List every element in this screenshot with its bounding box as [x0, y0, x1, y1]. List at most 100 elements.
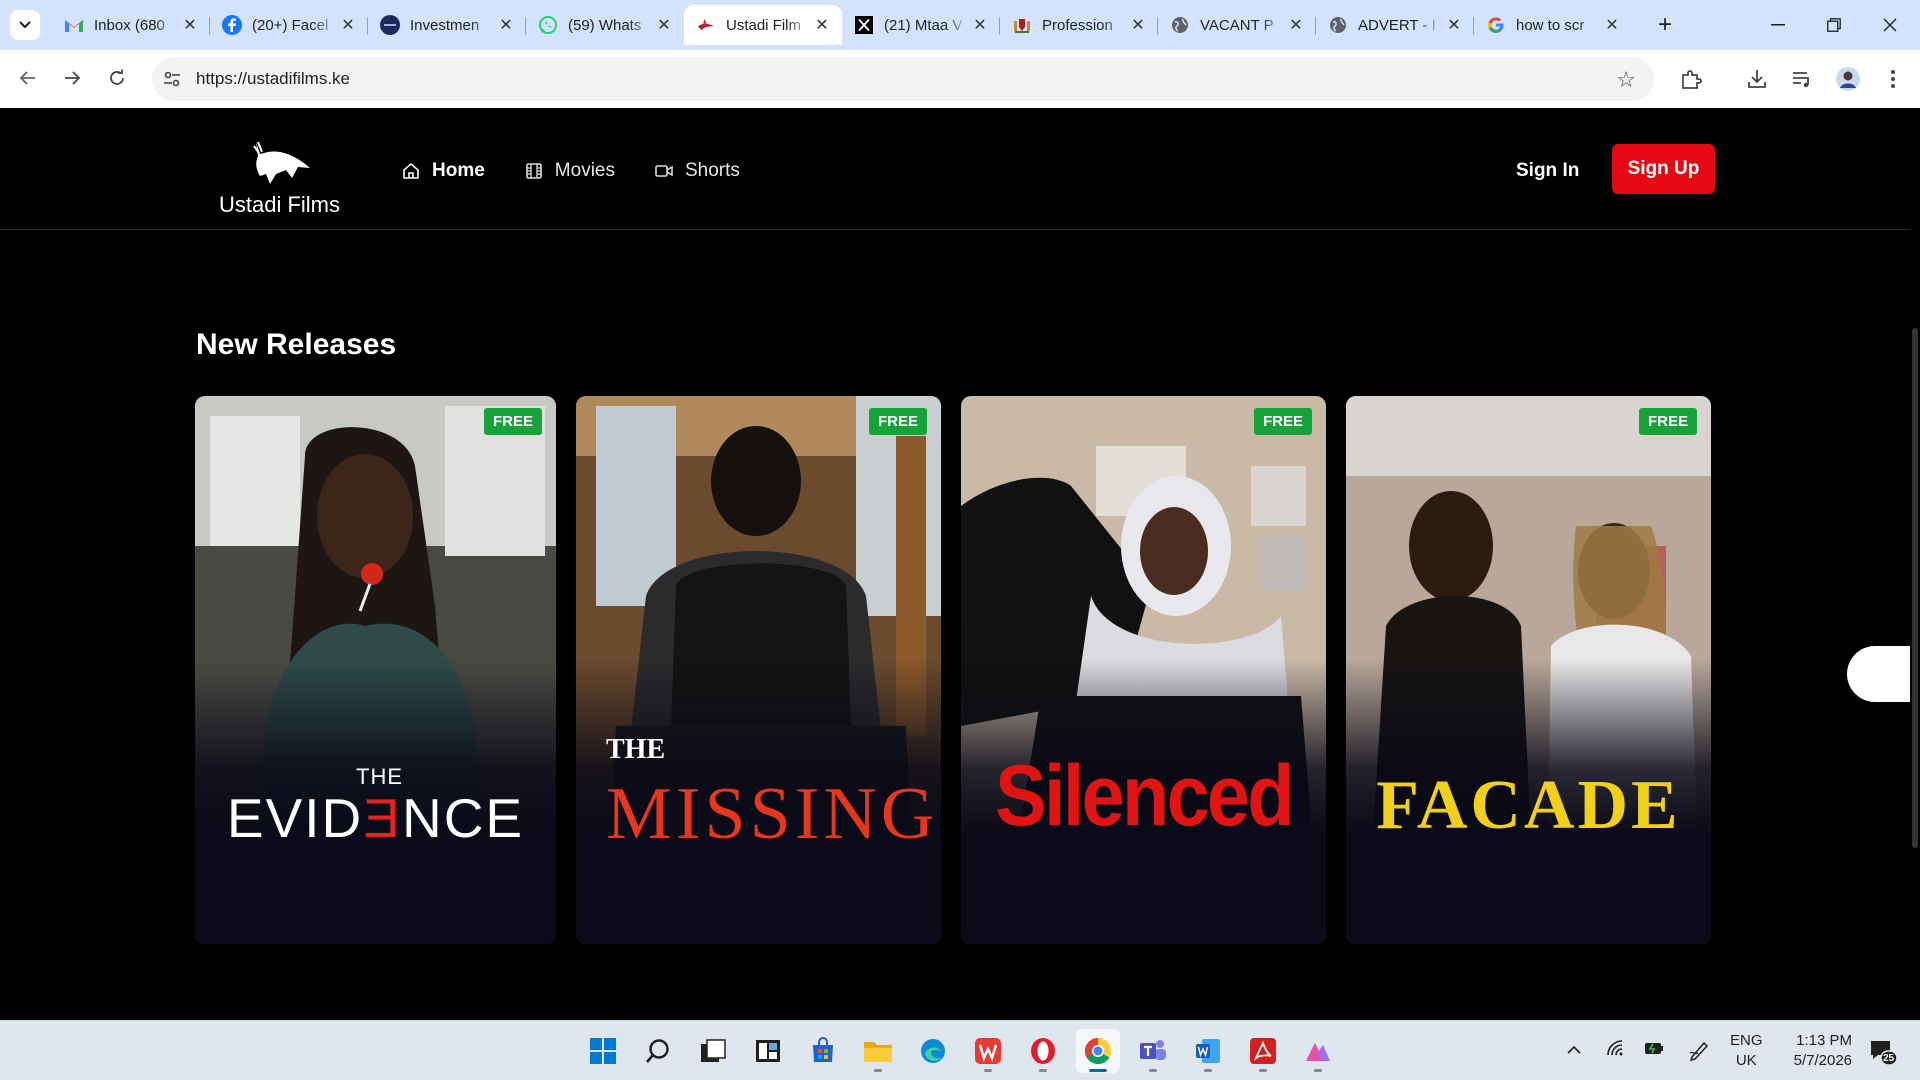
tab-title: (20+) Facel — [252, 16, 329, 34]
tab-advert[interactable]: ADVERT - I ✕ — [1315, 5, 1474, 45]
close-icon[interactable]: ✕ — [180, 15, 200, 35]
globe-icon — [1170, 15, 1190, 35]
close-icon[interactable]: ✕ — [654, 15, 674, 35]
poster-gradient — [576, 396, 941, 944]
sign-up-button[interactable]: Sign Up — [1612, 144, 1715, 194]
opera-browser[interactable] — [1021, 1029, 1065, 1073]
pen-menu[interactable] — [1688, 1039, 1710, 1066]
edge-browser[interactable] — [911, 1029, 955, 1073]
poster-gradient — [961, 396, 1326, 944]
close-icon[interactable]: ✕ — [1128, 15, 1148, 35]
tab-vacant[interactable]: VACANT P ✕ — [1157, 5, 1316, 45]
system-clock[interactable]: 1:13 PM 5/7/2026 — [1780, 1031, 1852, 1071]
close-icon[interactable]: ✕ — [338, 15, 358, 35]
scrollbar-thumb[interactable] — [1912, 328, 1918, 848]
close-icon[interactable]: ✕ — [1444, 15, 1464, 35]
restore-button[interactable] — [1806, 0, 1862, 50]
site-settings-icon[interactable] — [162, 69, 182, 89]
ustadi-logo[interactable]: Ustadi Films — [218, 132, 340, 217]
playlist-icon — [1793, 72, 1809, 88]
back-button[interactable] — [12, 62, 44, 94]
widgets[interactable] — [746, 1029, 790, 1073]
notification-center[interactable]: 25 — [1868, 1037, 1898, 1067]
movie-card-facade[interactable]: FREE FACADE — [1346, 396, 1711, 944]
tab-facebook[interactable]: (20+) Facel ✕ — [209, 5, 368, 45]
tab-gmail[interactable]: Inbox (680 ✕ — [52, 5, 210, 45]
movie-card-missing[interactable]: FREE THE MISSING — [576, 396, 941, 944]
extensions-button[interactable] — [1676, 64, 1706, 94]
microsoft-store[interactable] — [801, 1029, 845, 1073]
browser-toolbar: https://ustadifilms.ke ☆ — [0, 50, 1920, 108]
chrome-icon — [1084, 1037, 1112, 1065]
close-icon — [1883, 18, 1897, 32]
free-badge: FREE — [483, 408, 542, 435]
tab-investment[interactable]: Investmen ✕ — [367, 5, 526, 45]
tab-ustadi-films[interactable]: Ustadi Film ✕ — [684, 5, 842, 45]
downloads-button[interactable] — [1742, 64, 1772, 94]
tab-x[interactable]: (21) Mtaa V ✕ — [842, 5, 1000, 45]
tab-google[interactable]: how to scr ✕ — [1473, 5, 1632, 45]
forward-button[interactable] — [56, 62, 88, 94]
taskbar-search[interactable] — [636, 1029, 680, 1073]
bookmark-star-icon[interactable]: ☆ — [1616, 67, 1636, 93]
network-status[interactable] — [1606, 1039, 1626, 1062]
chrome-browser[interactable] — [1076, 1029, 1120, 1073]
home-icon — [403, 162, 419, 179]
tab-professional[interactable]: Profession ✕ — [999, 5, 1158, 45]
start-button[interactable] — [581, 1029, 625, 1073]
site-header: Ustadi Films Home Movies Shorts Sign In … — [0, 108, 1910, 230]
movie-card-evidence[interactable]: FREE THE EVIDƎNCE — [195, 396, 556, 944]
sign-in-link[interactable]: Sign In — [1516, 160, 1579, 182]
task-view-icon — [701, 1039, 726, 1062]
antelope-logo-icon — [253, 141, 310, 184]
teams-icon — [1140, 1040, 1166, 1060]
movie-title-prefix: THE — [606, 734, 666, 765]
coat-of-arms-icon — [1012, 15, 1032, 35]
minimize-button[interactable] — [1750, 0, 1806, 50]
close-icon[interactable]: ✕ — [496, 15, 516, 35]
free-badge: FREE — [1253, 408, 1312, 435]
url-text[interactable]: https://ustadifilms.ke — [196, 69, 350, 89]
movie-title-accent-letter: Ǝ — [363, 787, 402, 849]
ustadi-icon — [696, 15, 716, 35]
microsoft-word[interactable] — [1186, 1029, 1230, 1073]
tab-list: Inbox (680 ✕ (20+) Facel ✕ Investmen ✕ (… — [52, 5, 1632, 45]
battery-status[interactable] — [1644, 1039, 1666, 1062]
media-control-button[interactable] — [1787, 64, 1817, 94]
show-hidden-icons[interactable] — [1566, 1039, 1582, 1060]
acrobat-icon — [1250, 1038, 1276, 1064]
close-icon[interactable]: ✕ — [1286, 15, 1306, 35]
tab-title: Ustadi Film — [726, 16, 802, 34]
reload-button[interactable] — [101, 62, 133, 94]
affinity-app[interactable] — [1296, 1029, 1340, 1073]
close-icon[interactable]: ✕ — [812, 15, 832, 35]
floating-chat-widget[interactable] — [1847, 646, 1917, 702]
task-view[interactable] — [691, 1029, 735, 1073]
close-icon[interactable]: ✕ — [970, 15, 990, 35]
movie-card-silenced[interactable]: FREE Silenced — [961, 396, 1326, 944]
notification-count: 25 — [1883, 1053, 1895, 1064]
address-bar[interactable]: https://ustadifilms.ke ☆ — [152, 57, 1654, 101]
window-close-button[interactable] — [1862, 0, 1918, 50]
movie-title-silenced: Silenced — [961, 746, 1326, 846]
microsoft-teams[interactable] — [1131, 1029, 1175, 1073]
wps-office[interactable] — [966, 1029, 1010, 1073]
nav-home[interactable]: Home — [402, 160, 485, 182]
adobe-acrobat[interactable] — [1241, 1029, 1285, 1073]
tab-whatsapp[interactable]: (59) Whats ✕ — [525, 5, 684, 45]
movie-title-main: MISSING — [606, 773, 939, 855]
nav-shorts[interactable]: Shorts — [655, 160, 740, 182]
widgets-icon — [756, 1040, 780, 1062]
file-explorer[interactable] — [856, 1029, 900, 1073]
tab-search-button[interactable] — [10, 10, 40, 40]
movie-title-missing: THE MISSING — [576, 734, 941, 855]
nav-movies[interactable]: Movies — [525, 160, 615, 182]
tab-title: VACANT P — [1200, 16, 1274, 34]
profile-avatar[interactable] — [1833, 64, 1863, 94]
new-tab-button[interactable]: + — [1652, 11, 1678, 38]
avatar-icon — [1836, 67, 1860, 91]
close-icon[interactable]: ✕ — [1602, 15, 1622, 35]
chrome-menu-button[interactable] — [1878, 64, 1908, 94]
page-scrollbar[interactable] — [1910, 108, 1920, 1020]
language-indicator[interactable]: ENG UK — [1730, 1031, 1763, 1071]
